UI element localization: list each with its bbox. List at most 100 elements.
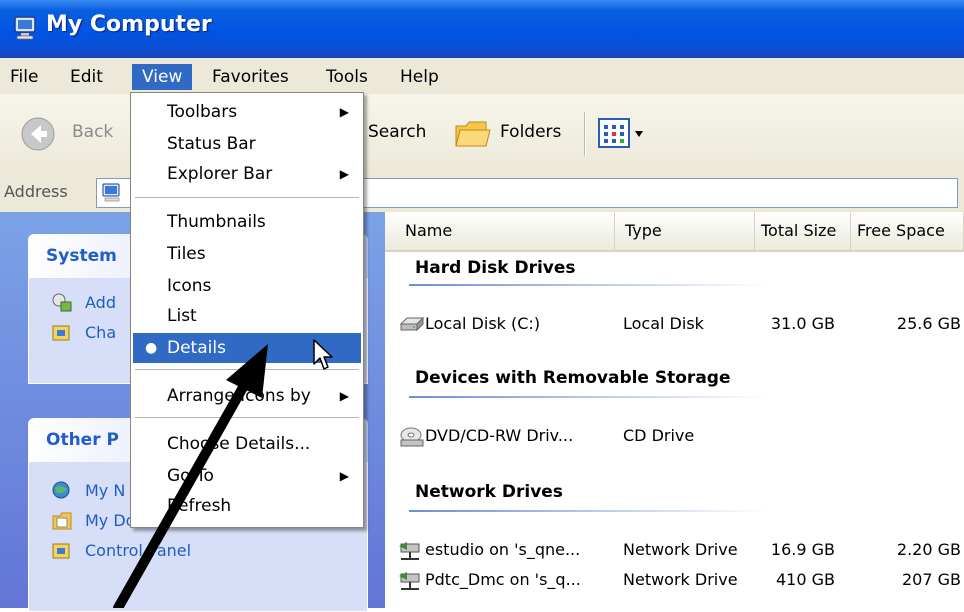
column-header-free-space[interactable]: Free Space: [851, 212, 964, 250]
address-label: Address: [4, 182, 68, 201]
menu-item-label: Details: [167, 338, 226, 358]
cell-total-size: 31.0 GB: [770, 314, 835, 333]
folders-icon: [455, 121, 491, 147]
table-row[interactable]: Local Disk (C:) Local Disk 31.0 GB 25.6 …: [385, 310, 964, 338]
group-divider: [409, 396, 769, 398]
view-menu-item-explorer-bar[interactable]: Explorer Bar ▶: [133, 159, 361, 189]
my-computer-icon: [14, 16, 36, 40]
column-header-type[interactable]: Type: [615, 212, 755, 250]
submenu-arrow-icon: ▶: [339, 469, 349, 483]
search-button[interactable]: Search: [366, 112, 440, 156]
cell-type: Network Drive: [623, 570, 738, 589]
table-row[interactable]: DVD/CD-RW Driv... CD Drive: [385, 422, 964, 450]
task-link-label: My N: [85, 481, 126, 500]
menu-item-label: Choose Details...: [167, 434, 311, 454]
view-menu-item-choose-details[interactable]: Choose Details...: [133, 429, 361, 459]
menu-edit[interactable]: Edit: [64, 64, 109, 90]
header-divider: [385, 250, 964, 252]
menu-bar: File Edit View Favorites Tools Help: [0, 58, 964, 95]
selected-bullet-icon: ●: [145, 340, 158, 356]
menu-item-label: Tiles: [167, 244, 206, 264]
my-documents-icon: [52, 512, 72, 530]
task-link-label: Add: [85, 293, 116, 312]
menu-item-label: Toolbars: [167, 102, 238, 122]
window-title: My Computer: [46, 12, 212, 37]
cell-name: Pdtc_Dmc on 's_q...: [425, 570, 581, 589]
view-menu-item-icons[interactable]: Icons: [133, 271, 361, 301]
menu-item-label: Thumbnails: [167, 212, 266, 232]
menu-separator: [135, 197, 359, 198]
cell-name: DVD/CD-RW Driv...: [425, 426, 574, 445]
back-label: Back: [72, 122, 114, 142]
menu-item-label: Explorer Bar: [167, 164, 273, 184]
network-drive-icon: [399, 572, 420, 590]
menu-help[interactable]: Help: [394, 64, 445, 90]
cell-free-space: 25.6 GB: [896, 314, 961, 333]
group-divider: [409, 510, 769, 512]
back-arrow-icon: [21, 117, 55, 151]
my-computer-icon: [102, 183, 120, 202]
view-menu-item-status-bar[interactable]: Status Bar: [133, 129, 361, 159]
views-button[interactable]: [596, 116, 660, 152]
view-menu-item-list[interactable]: List: [133, 301, 361, 331]
search-label: Search: [368, 122, 427, 142]
menu-item-label: Refresh: [167, 496, 232, 516]
menu-file[interactable]: File: [4, 64, 44, 90]
chevron-down-icon: [635, 131, 643, 137]
group-title-hard-disk-drives: Hard Disk Drives: [415, 258, 576, 278]
column-header-total-size[interactable]: Total Size: [755, 212, 851, 250]
menu-item-label: Arrange Icons by: [167, 386, 311, 406]
view-menu-dropdown: Toolbars ▶ Status Bar Explorer Bar ▶ Thu…: [130, 92, 364, 528]
view-menu-item-arrange-icons-by[interactable]: Arrange Icons by ▶: [133, 381, 361, 411]
menu-item-label: Icons: [167, 276, 212, 296]
details-pane: Name Type Total Size Free Space Hard Dis…: [385, 212, 964, 608]
submenu-arrow-icon: ▶: [339, 105, 349, 119]
control-panel-icon: [52, 325, 70, 341]
hard-disk-icon: [399, 316, 425, 332]
views-grid-icon: [598, 118, 630, 148]
add-remove-programs-icon: [52, 293, 72, 312]
cell-type: Local Disk: [623, 314, 704, 333]
menu-favorites[interactable]: Favorites: [206, 64, 295, 90]
task-link-label: Control Panel: [85, 541, 192, 560]
table-row[interactable]: Pdtc_Dmc on 's_q... Network Drive 410 GB…: [385, 566, 964, 594]
cell-name: Local Disk (C:): [425, 314, 541, 333]
menu-tools[interactable]: Tools: [320, 64, 374, 90]
cell-name: estudio on 's_qne...: [425, 540, 581, 559]
toolbar-separator: [584, 112, 585, 156]
cell-type: Network Drive: [623, 540, 738, 559]
view-menu-item-tiles[interactable]: Tiles: [133, 239, 361, 269]
menu-view[interactable]: View: [132, 64, 193, 90]
menu-item-label: Go To: [167, 466, 214, 486]
cell-total-size: 410 GB: [776, 570, 835, 589]
submenu-arrow-icon: ▶: [339, 389, 349, 403]
title-bar[interactable]: My Computer: [0, 0, 964, 58]
cell-free-space: 2.20 GB: [896, 540, 961, 559]
group-divider: [409, 284, 769, 286]
folders-button[interactable]: Folders: [448, 112, 578, 156]
group-title-removable-storage: Devices with Removable Storage: [415, 368, 731, 388]
cell-total-size: 16.9 GB: [770, 540, 835, 559]
view-menu-item-refresh[interactable]: Refresh: [133, 491, 361, 521]
network-drive-icon: [399, 542, 420, 560]
cell-type: CD Drive: [623, 426, 695, 445]
control-panel-icon: [52, 543, 70, 559]
cell-free-space: 207 GB: [902, 570, 961, 589]
menu-item-label: Status Bar: [167, 134, 256, 154]
column-header-name[interactable]: Name: [385, 212, 615, 250]
view-menu-item-thumbnails[interactable]: Thumbnails: [133, 207, 361, 237]
cd-drive-icon: [400, 427, 424, 447]
group-title-network-drives: Network Drives: [415, 482, 563, 502]
task-link-control-panel[interactable]: Control Panel: [29, 536, 367, 566]
menu-separator: [135, 417, 359, 418]
task-link-label: Cha: [85, 323, 117, 342]
mouse-cursor-icon: [313, 339, 333, 370]
back-button[interactable]: Back: [12, 112, 122, 156]
table-row[interactable]: estudio on 's_qne... Network Drive 16.9 …: [385, 536, 964, 564]
menu-item-label: List: [167, 306, 197, 326]
network-places-icon: [52, 481, 70, 499]
submenu-arrow-icon: ▶: [339, 167, 349, 181]
folders-label: Folders: [500, 122, 562, 142]
view-menu-item-go-to[interactable]: Go To ▶: [133, 461, 361, 491]
view-menu-item-toolbars[interactable]: Toolbars ▶: [133, 97, 361, 127]
